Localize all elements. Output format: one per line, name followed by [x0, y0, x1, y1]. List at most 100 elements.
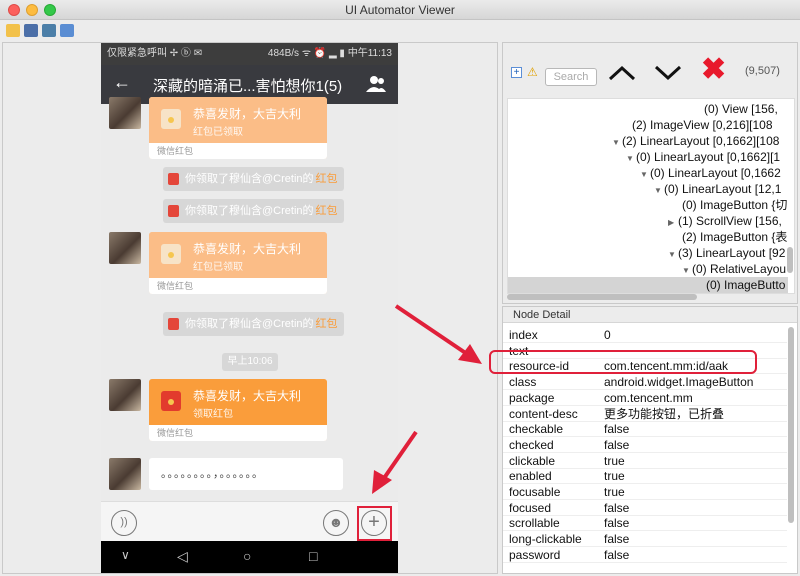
property-key: enabled: [509, 469, 552, 484]
red-packet-message[interactable]: 恭喜发财，大吉大利 红包已领取 微信红包: [149, 97, 327, 159]
system-message-tag[interactable]: 红包: [316, 318, 338, 330]
property-value: false: [604, 532, 630, 547]
window-minimize-button[interactable]: [26, 4, 38, 16]
property-key: content-desc: [509, 406, 578, 421]
property-key: checked: [509, 437, 554, 452]
property-key: focused: [509, 500, 552, 515]
property-value: true: [604, 453, 625, 468]
system-message: 你领取了穆仙含@Cretin的 红包: [163, 312, 344, 336]
search-input[interactable]: Search: [545, 68, 597, 86]
tree-node[interactable]: (0) ImageButton {切: [682, 197, 787, 213]
red-x-icon[interactable]: ✖: [701, 55, 726, 85]
status-left-text: 仅限紧急呼叫 ✢ ⓑ ✉: [107, 48, 203, 59]
expanded-triangle-icon: ▼: [626, 154, 634, 163]
tree-node[interactable]: (2) ImageButton {表: [682, 229, 787, 245]
tree-node[interactable]: (2) ImageView [0,216][108: [632, 117, 773, 133]
expanded-triangle-icon: ▼: [654, 186, 662, 195]
node-detail-title: Node Detail: [503, 307, 797, 323]
property-row-focused[interactable]: focused false: [503, 500, 787, 516]
voice-input-icon[interactable]: )): [111, 510, 137, 536]
system-message-tag[interactable]: 红包: [316, 173, 338, 185]
system-message-text: 你领取了穆仙含@Cretin的: [185, 318, 314, 330]
red-packet-message[interactable]: 恭喜发财，大吉大利 红包已领取 微信红包: [149, 232, 327, 294]
red-packet-icon: [161, 391, 181, 411]
nav-home-icon[interactable]: ○: [243, 548, 251, 564]
chevron-up-icon[interactable]: [607, 63, 637, 83]
nav-back-icon[interactable]: ◁: [177, 548, 188, 565]
tree-node[interactable]: ▼ (0) RelativeLayou: [682, 261, 786, 277]
nav-recents-icon[interactable]: □: [309, 548, 317, 564]
collapsed-triangle-icon: ▶: [668, 218, 675, 227]
open-folder-icon[interactable]: [6, 24, 20, 37]
tree-node[interactable]: ▼ (2) LinearLayout [0,1662][108: [612, 133, 779, 149]
red-packet-footer: 微信红包: [149, 143, 327, 159]
property-row-focusable[interactable]: focusable true: [503, 484, 787, 500]
hierarchy-toolbar: + ⚠ Search ✖ (9,507): [503, 43, 797, 95]
group-members-icon[interactable]: [366, 74, 386, 94]
device-screenshot-icon[interactable]: [24, 24, 38, 37]
back-arrow-icon[interactable]: ←: [113, 72, 131, 93]
warning-icon[interactable]: ⚠: [527, 65, 538, 79]
property-row-checkable[interactable]: checkable false: [503, 421, 787, 438]
cursor-coordinates: (9,507): [745, 65, 780, 77]
plus-square-icon[interactable]: +: [511, 67, 522, 78]
device-screenshot-compressed-icon[interactable]: [42, 24, 56, 37]
property-row-index[interactable]: index 0: [503, 327, 787, 343]
tree-horizontal-scrollbar[interactable]: [507, 294, 697, 300]
property-row-enabled[interactable]: enabled true: [503, 468, 787, 485]
property-row-package[interactable]: package com.tencent.mm: [503, 390, 787, 406]
nav-collapse-icon[interactable]: ∨: [121, 548, 130, 562]
android-status-bar: 仅限紧急呼叫 ✢ ⓑ ✉ 484B/s ᯤ ⏰ ▂ ▮ 中午11:13: [101, 43, 398, 65]
property-row-clickable[interactable]: clickable true: [503, 453, 787, 469]
expanded-triangle-icon: ▼: [640, 170, 648, 179]
red-packet-title: 恭喜发财，大吉大利: [193, 107, 302, 121]
chevron-down-icon[interactable]: [653, 63, 683, 83]
chat-input-bar: )) ☻ +: [101, 501, 398, 541]
property-value: android.widget.ImageButton: [604, 375, 754, 390]
property-row-content-desc[interactable]: content-desc 更多功能按钮，已折叠: [503, 406, 787, 422]
tree-node[interactable]: ▼ (0) LinearLayout [12,1: [654, 181, 781, 197]
avatar[interactable]: [109, 458, 141, 490]
window-close-button[interactable]: [8, 4, 20, 16]
node-detail-scrollbar[interactable]: [788, 327, 794, 523]
tree-vertical-scrollbar[interactable]: [787, 247, 793, 273]
phone-screen: 仅限紧急呼叫 ✢ ⓑ ✉ 484B/s ᯤ ⏰ ▂ ▮ 中午11:13 ← 深藏…: [101, 43, 398, 573]
red-packet-footer: 微信红包: [149, 425, 327, 441]
property-row-password[interactable]: password false: [503, 547, 787, 563]
window-maximize-button[interactable]: [44, 4, 56, 16]
property-row-long-clickable[interactable]: long-clickable false: [503, 531, 787, 548]
red-packet-status: 领取红包: [193, 409, 233, 420]
avatar[interactable]: [109, 232, 141, 264]
avatar[interactable]: [109, 379, 141, 411]
tree-node[interactable]: ▼ (0) LinearLayout [0,1662][1: [626, 149, 780, 165]
android-nav-bar: ∨ ◁ ○ □: [101, 541, 398, 573]
property-value: false: [604, 516, 630, 531]
property-row-scrollable[interactable]: scrollable false: [503, 515, 787, 532]
hierarchy-panel: + ⚠ Search ✖ (9,507) (0) View [156, (2) …: [502, 42, 798, 304]
tree-node-selected[interactable]: (0) ImageButto: [508, 277, 788, 293]
window-title: UI Automator Viewer: [345, 3, 455, 17]
property-key: index: [509, 328, 538, 342]
property-row-checked[interactable]: checked false: [503, 437, 787, 453]
tree-node[interactable]: ▼ (3) LinearLayout [92: [668, 245, 785, 261]
emoji-icon[interactable]: ☻: [323, 510, 349, 536]
red-packet-status: 红包已领取: [193, 127, 243, 138]
system-message-tag[interactable]: 红包: [316, 205, 338, 217]
status-right-text: 484B/s ᯤ ⏰ ▂ ▮ 中午11:13: [267, 48, 392, 59]
tree-node[interactable]: (0) View [156,: [704, 101, 778, 117]
save-icon[interactable]: [60, 24, 74, 37]
hierarchy-tree[interactable]: (0) View [156, (2) ImageView [0,216][108…: [507, 98, 795, 294]
property-value: true: [604, 485, 625, 499]
property-row-class[interactable]: class android.widget.ImageButton: [503, 374, 787, 391]
text-message-bubble[interactable]: 。。。。。。。。，。。。。。。: [149, 458, 343, 490]
property-key: checkable: [509, 422, 564, 437]
red-envelope-icon: [168, 173, 179, 185]
property-key: password: [509, 547, 561, 562]
avatar[interactable]: [109, 97, 141, 129]
red-packet-message[interactable]: 恭喜发财，大吉大利 领取红包 微信红包: [149, 379, 327, 441]
tree-node[interactable]: ▼ (0) LinearLayout [0,1662: [640, 165, 781, 181]
system-message-text: 你领取了穆仙含@Cretin的: [185, 205, 314, 217]
property-key: class: [509, 375, 537, 390]
tree-node[interactable]: ▶ (1) ScrollView [156,: [668, 213, 782, 229]
property-value: false: [604, 547, 630, 562]
